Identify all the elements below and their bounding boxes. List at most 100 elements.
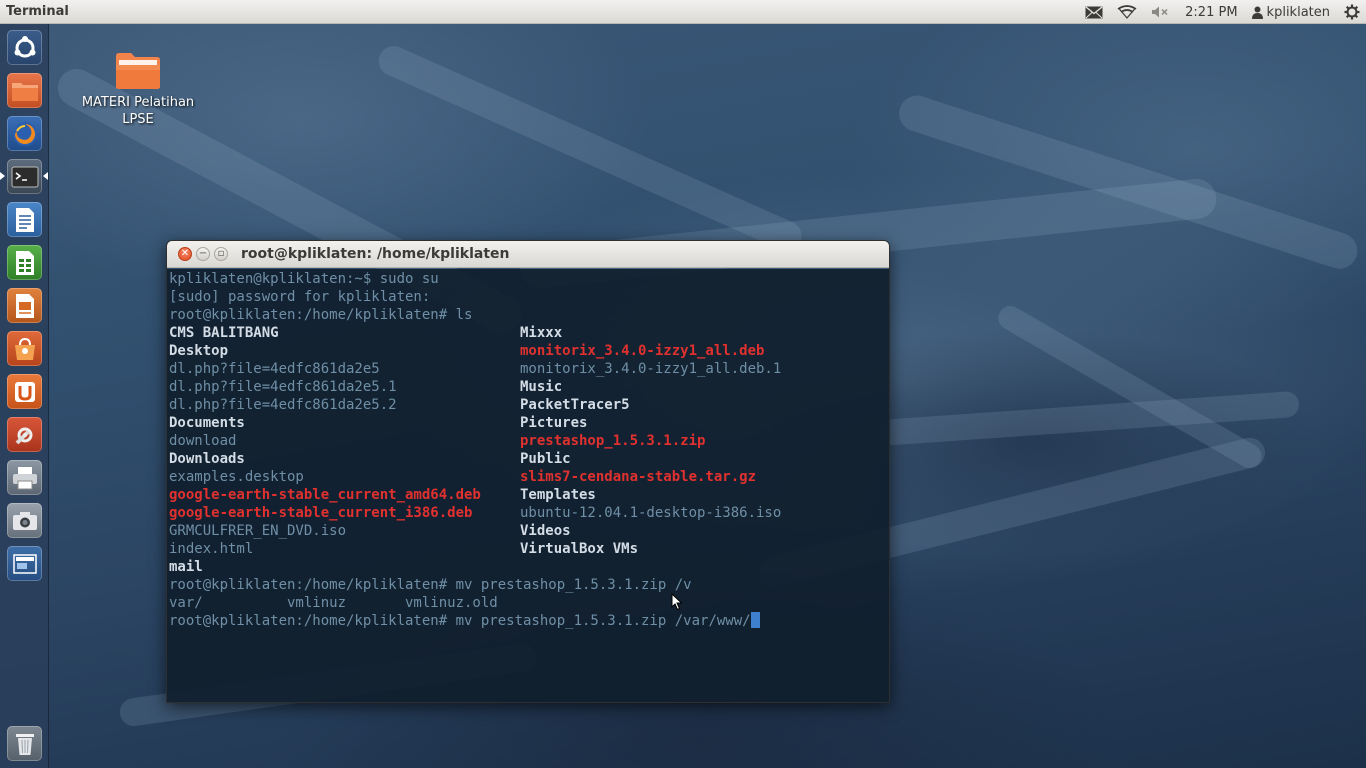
ls-row: index.html VirtualBox VMs	[169, 540, 889, 558]
ls-row: dl.php?file=4edfc861da2e5 monitorix_3.4.0…	[169, 360, 889, 378]
ls-row: dl.php?file=4edfc861da2e5.1 Music	[169, 378, 889, 396]
ls-row: CMS BALITBANG Mixxx	[169, 324, 889, 342]
ls-directory-entry: Pictures	[520, 415, 588, 431]
launcher-system-settings[interactable]	[7, 417, 42, 452]
username-label: kpliklaten	[1266, 4, 1330, 20]
ls-file-entry: examples.desktop	[169, 469, 304, 485]
launcher-printer[interactable]	[7, 460, 42, 495]
ls-row: google-earth-stable_current_amd64.deb Tem…	[169, 486, 889, 504]
mouse-pointer-icon	[671, 593, 683, 611]
wifi-icon[interactable]	[1117, 0, 1137, 24]
focused-indicator	[43, 172, 48, 180]
launcher-software-center[interactable]	[7, 331, 42, 366]
ls-file-entry: download	[169, 433, 237, 449]
ls-file-entry: index.html	[169, 541, 254, 557]
terminal-line: kpliklaten@kpliklaten:~$ sudo su	[169, 271, 439, 287]
clock[interactable]: 2:21 PM	[1185, 0, 1237, 24]
user-icon	[1251, 6, 1263, 19]
launcher-terminal[interactable]	[7, 159, 42, 194]
launcher-ubuntu-one[interactable]	[7, 374, 42, 409]
settings-icon	[15, 427, 32, 444]
ls-archive-entry: prestashop_1.5.3.1.zip	[520, 433, 706, 449]
ls-directory-entry: Desktop	[169, 343, 229, 359]
launcher-libreoffice-impress[interactable]	[7, 288, 42, 323]
tab-completion-line: var/ vmlinuz vmlinuz.old	[169, 595, 498, 611]
terminal-line: root@kpliklaten:/home/kpliklaten# ls	[169, 307, 473, 323]
workspace-icon	[12, 553, 37, 574]
firefox-icon	[12, 121, 37, 146]
desktop-folder-label-line2: LPSE	[122, 112, 154, 127]
ls-archive-entry: google-earth-stable_current_amd64.deb	[169, 487, 481, 503]
terminal-output[interactable]: kpliklaten@kpliklaten:~$ sudo su [sudo] …	[167, 269, 889, 702]
desktop-folder-materi[interactable]: MATERI Pelatihan LPSE	[70, 50, 206, 128]
ls-directory-entry: Downloads	[169, 451, 245, 467]
launcher-libreoffice-calc[interactable]	[7, 245, 42, 280]
printer-icon	[12, 466, 37, 489]
ls-directory-entry: Mixxx	[520, 325, 563, 341]
calc-icon	[15, 250, 34, 275]
ls-row: mail	[169, 558, 889, 576]
terminal-line: root@kpliklaten:/home/kpliklaten# mv pre…	[169, 577, 692, 593]
terminal-current-command: root@kpliklaten:/home/kpliklaten# mv pre…	[169, 613, 751, 629]
ls-row: Downloads Public	[169, 450, 889, 468]
terminal-window-title: root@kpliklaten: /home/kpliklaten	[241, 246, 510, 262]
launcher-dash-home[interactable]	[7, 30, 42, 65]
camera-icon	[12, 511, 37, 530]
desktop-folder-label: MATERI Pelatihan LPSE	[70, 94, 206, 128]
ls-directory-entry: PacketTracer5	[520, 397, 630, 413]
close-button[interactable]: ✕	[178, 247, 192, 261]
ls-file-entry: monitorix_3.4.0-izzy1_all.deb.1	[520, 361, 782, 377]
ls-file-entry: dl.php?file=4edfc861da2e5.1	[169, 379, 397, 395]
ubuntu-logo-icon	[14, 35, 35, 57]
ls-file-entry: GRMCULFRER_EN_DVD.iso	[169, 523, 347, 539]
ubuntu-one-icon	[14, 381, 35, 402]
indicator-area: 2:21 PM kpliklaten	[1078, 0, 1366, 24]
desktop-folder-label-line1: MATERI Pelatihan	[81, 95, 195, 110]
ls-row: download prestashop_1.5.3.1.zip	[169, 432, 889, 450]
maximize-button[interactable]: ▫	[214, 247, 228, 261]
ls-listing: CMS BALITBANG Mixxx Desktop monitorix_3.4.0…	[169, 324, 889, 576]
ls-directory-entry: Public	[520, 451, 571, 467]
ls-row: Desktop monitorix_3.4.0-izzy1_all.deb	[169, 342, 889, 360]
ls-directory-entry: Music	[520, 379, 563, 395]
mail-icon[interactable]	[1085, 0, 1103, 24]
ls-row: GRMCULFRER_EN_DVD.iso Videos	[169, 522, 889, 540]
terminal-current-line[interactable]: root@kpliklaten:/home/kpliklaten# mv pre…	[169, 612, 889, 630]
impress-icon	[15, 293, 34, 318]
volume-muted-icon[interactable]	[1151, 0, 1171, 24]
software-center-icon	[14, 337, 35, 360]
ls-directory-entry: Documents	[169, 415, 245, 431]
folder-icon	[11, 82, 38, 101]
launcher-workspace-switcher[interactable]	[7, 546, 42, 581]
launcher-trash[interactable]	[7, 726, 42, 761]
ls-file-entry: dl.php?file=4edfc861da2e5	[169, 361, 380, 377]
ls-file-entry: ubuntu-12.04.1-desktop-i386.iso	[520, 505, 782, 521]
ls-row: google-earth-stable_current_i386.deb ubun…	[169, 504, 889, 522]
ls-row: dl.php?file=4edfc861da2e5.2 PacketTracer5	[169, 396, 889, 414]
launcher-files[interactable]	[7, 73, 42, 108]
ls-row: Documents Pictures	[169, 414, 889, 432]
top-panel: Terminal 2:21 PM kpliklaten	[0, 0, 1366, 24]
writer-icon	[15, 207, 34, 232]
minimize-button[interactable]: −	[196, 247, 210, 261]
active-indicator	[0, 172, 5, 180]
ls-directory-entry: Videos	[520, 523, 571, 539]
ls-archive-entry: slims7-cendana-stable.tar.gz	[520, 469, 757, 485]
ls-directory-entry: mail	[169, 559, 203, 575]
ls-row: examples.desktop slims7-cendana-stable.ta…	[169, 468, 889, 486]
terminal-titlebar[interactable]: ✕ − ▫ root@kpliklaten: /home/kpliklaten	[167, 241, 889, 268]
user-menu[interactable]: kpliklaten	[1251, 0, 1330, 24]
launcher-camera[interactable]	[7, 503, 42, 538]
ls-archive-entry: google-earth-stable_current_i386.deb	[169, 505, 473, 521]
terminal-window[interactable]: ✕ − ▫ root@kpliklaten: /home/kpliklaten …	[166, 240, 890, 703]
terminal-line: [sudo] password for kpliklaten:	[169, 289, 431, 305]
ls-file-entry: dl.php?file=4edfc861da2e5.2	[169, 397, 397, 413]
launcher-firefox[interactable]	[7, 116, 42, 151]
launcher-libreoffice-writer[interactable]	[7, 202, 42, 237]
launcher	[0, 24, 49, 768]
gear-icon[interactable]	[1344, 0, 1360, 24]
text-cursor	[750, 612, 760, 628]
trash-icon	[15, 733, 34, 755]
terminal-icon	[11, 166, 38, 187]
ls-directory-entry: VirtualBox VMs	[520, 541, 639, 557]
